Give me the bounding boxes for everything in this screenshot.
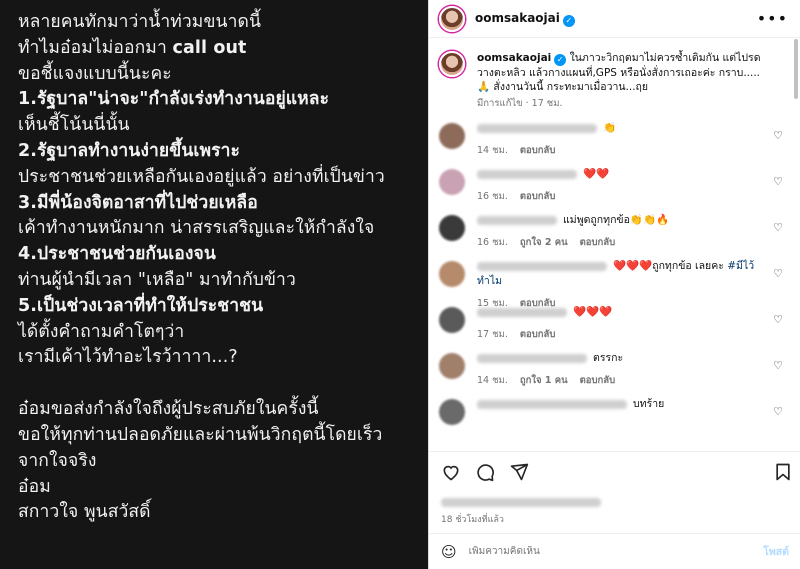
comment-text: บทร้าย [633, 398, 665, 410]
comment-icon[interactable] [475, 462, 495, 482]
comment-item: บทร้าย ♡ [429, 397, 789, 437]
comment-item: ❤️❤️❤️ 17 ชม. ตอบกลับ ♡ [429, 305, 789, 345]
reply-button[interactable]: ตอบกลับ [580, 237, 616, 248]
reply-button[interactable]: ตอบกลับ [520, 191, 556, 202]
comment-like-icon[interactable]: ♡ [773, 175, 783, 188]
image-text-line: ได้ตั้งคำถามคำโตๆว่า [18, 321, 185, 342]
comment-time: 16 ชม. [477, 237, 508, 248]
verified-badge-icon: ✓ [562, 14, 575, 27]
post-header: oomsakaojai ✓ ••• [429, 0, 800, 38]
author-avatar[interactable] [439, 5, 465, 32]
comment-text: ตรรกะ [593, 352, 624, 364]
comment-item: 👏 14 ชม. ตอบกลับ ♡ [429, 121, 789, 161]
save-bookmark-icon[interactable] [773, 462, 793, 482]
author-username[interactable]: oomsakaojai ✓ [475, 11, 575, 27]
image-text-line: 2.รัฐบาลทำงานง่ายขึ้นเพราะ [18, 140, 241, 161]
image-text-line: 5.เป็นช่วงเวลาที่ทำให้ประชาชน [18, 295, 264, 316]
likes-blurred-text [441, 498, 601, 507]
comment-like-icon[interactable]: ♡ [773, 267, 783, 280]
commenter-username[interactable] [477, 169, 577, 179]
commenter-avatar[interactable] [439, 169, 465, 195]
image-text-line: จากใจจริง [18, 450, 97, 471]
commenter-username[interactable] [477, 261, 607, 271]
comment-like-icon[interactable]: ♡ [773, 359, 783, 372]
comment-text: 👏 [603, 122, 617, 134]
reply-button[interactable]: ตอบกลับ [580, 375, 616, 386]
likes-count[interactable] [429, 492, 800, 508]
post-actions-area: 18 ชั่วโมงที่แล้ว ☺ โพสต์ [429, 451, 800, 569]
comment-like-icon[interactable]: ♡ [773, 129, 783, 142]
caption-time: 17 ชม. [531, 98, 563, 109]
image-text-line: อ๋อม [18, 476, 51, 497]
comment-item: ❤️❤️ 16 ชม. ตอบกลับ ♡ [429, 167, 789, 207]
post-side-panel: oomsakaojai ✓ ••• oomsakaojai ✓ ในภาวะวิกฤ… [428, 0, 800, 569]
comment-item: ❤️❤️❤️ถูกทุกข้อ เลยคะ #มีไว้ทำไม 15 ชม. ต… [429, 259, 789, 309]
commenter-username[interactable] [477, 399, 627, 409]
reply-button[interactable]: ตอบกลับ [520, 145, 556, 156]
image-text-line: เรามีเค้าไว้ทำอะไรว้าาาา...? [18, 347, 238, 368]
commenter-username[interactable] [477, 353, 587, 363]
comment-item: ตรรกะ 14 ชม. ถูกใจ 1 คน ตอบกลับ ♡ [429, 351, 789, 391]
commenter-avatar[interactable] [439, 399, 465, 425]
image-text-line: ท่านผู้นำมีเวลา "เหลือ" มาทำกับข้าว [18, 269, 296, 290]
image-text-line: ขอชี้แจงแบบนี้นะคะ [18, 63, 172, 84]
image-text-line: สกาวใจ พูนสวัสดิ์ [18, 502, 151, 523]
heart-icon[interactable] [441, 462, 461, 482]
image-text-line: หลายคนทักมาว่าน้ำท่วมขนาดนี้ [18, 12, 262, 32]
comment-time: 16 ชม. [477, 191, 508, 202]
more-options-icon[interactable]: ••• [757, 9, 788, 28]
post-image: หลายคนทักมาว่าน้ำท่วมขนาดนี้ทำไมอ๋อมไม่อ… [0, 0, 428, 569]
image-text-line: อ๋อมขอส่งกำลังใจถึงผู้ประสบภัยในครั้งนี้ [18, 399, 319, 420]
post-comment-button[interactable]: โพสต์ [763, 543, 789, 560]
scrollbar[interactable] [794, 39, 798, 451]
comment-text: แม่พูดถูกทุกข้อ👏👏🔥 [563, 214, 670, 226]
comment-like-icon[interactable]: ♡ [773, 221, 783, 234]
commenter-avatar[interactable] [439, 261, 465, 287]
comments-scroll-area[interactable]: oomsakaojai ✓ ในภาวะวิกฤตมาไม่ควรซ้ำเติมก… [429, 39, 789, 451]
comment-text: ❤️❤️❤️ [573, 306, 613, 318]
share-icon[interactable] [509, 462, 529, 482]
comments-list: 👏 14 ชม. ตอบกลับ ♡ ❤️❤️ 16 ชม. ตอบกลับ ♡ แ… [429, 121, 789, 437]
comment-likes[interactable]: ถูกใจ 2 คน [520, 237, 568, 248]
commenter-username[interactable] [477, 307, 567, 317]
caption-edited: มีการแก้ไข [477, 98, 523, 109]
comment-like-icon[interactable]: ♡ [773, 313, 783, 326]
post-caption: oomsakaojai ✓ ในภาวะวิกฤตมาไม่ควรซ้ำเติมก… [429, 39, 789, 111]
add-comment-input[interactable] [468, 546, 764, 557]
comment-time: 17 ชม. [477, 329, 508, 340]
comment-like-icon[interactable]: ♡ [773, 405, 783, 418]
commenter-avatar[interactable] [439, 353, 465, 379]
commenter-username[interactable] [477, 215, 557, 225]
comment-time: 14 ชม. [477, 375, 508, 386]
comment-item: แม่พูดถูกทุกข้อ👏👏🔥 16 ชม. ถูกใจ 2 คน ตอบกล… [429, 213, 789, 253]
image-text-line: ทำไมอ๋อมไม่ออกมา call out [18, 37, 247, 58]
commenter-username[interactable] [477, 123, 597, 133]
comment-time: 14 ชม. [477, 145, 508, 156]
image-text-line: 4.ประชาชนช่วยกันเองจน [18, 244, 216, 265]
action-bar [429, 452, 800, 492]
add-comment-bar: ☺ โพสต์ [429, 533, 800, 569]
image-text-line: เห็นชี้โน้นนี่นั้น [18, 115, 130, 136]
commenter-avatar[interactable] [439, 307, 465, 333]
comment-likes[interactable]: ถูกใจ 1 คน [520, 375, 568, 386]
image-text-line [18, 371, 414, 397]
caption-avatar[interactable] [439, 51, 465, 77]
verified-badge-icon: ✓ [554, 54, 567, 66]
image-text-line: 1.รัฐบาล"น่าจะ"กำลังเร่งทำงานอยู่แหละ [18, 89, 330, 110]
image-text-line: 3.มีพี่น้องจิตอาสาที่ไปช่วยเหลือ [18, 192, 258, 213]
comment-text: ❤️❤️ [583, 168, 610, 180]
image-text-line: ประชาชนช่วยเหลือกันเองอยู่แล้ว อย่างที่เ… [18, 166, 385, 187]
image-text-line: ขอให้ทุกท่านปลอดภัยและผ่านพ้นวิกฤตนี้โดย… [18, 424, 383, 445]
commenter-avatar[interactable] [439, 123, 465, 149]
reply-button[interactable]: ตอบกลับ [520, 329, 556, 340]
emoji-icon[interactable]: ☺ [441, 543, 457, 561]
commenter-avatar[interactable] [439, 215, 465, 241]
caption-username[interactable]: oomsakaojai [477, 52, 551, 64]
image-text-line: เค้าทำงานหนักมาก น่าสรรเสริญและให้กำลังใ… [18, 218, 375, 239]
post-time-ago: 18 ชั่วโมงที่แล้ว [441, 515, 504, 525]
